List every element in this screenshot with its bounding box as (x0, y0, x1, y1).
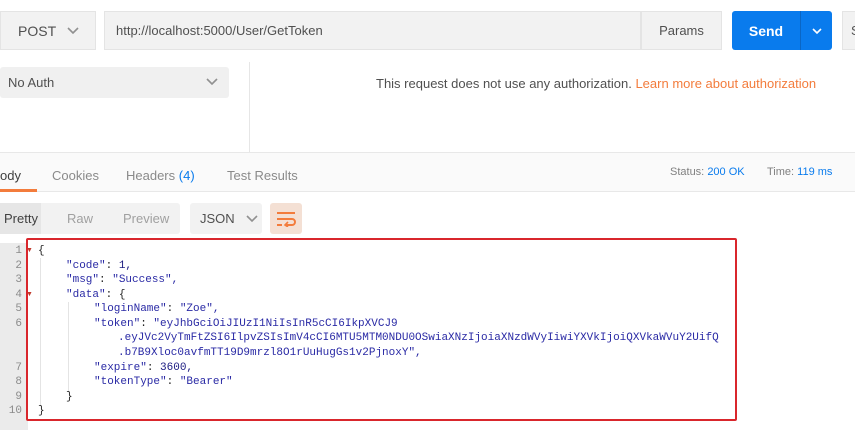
view-raw-button[interactable]: Raw (67, 211, 93, 226)
params-button[interactable]: Params (641, 11, 722, 50)
method-label: POST (18, 22, 57, 39)
chevron-down-icon (811, 27, 822, 34)
status-label: Status: (670, 166, 705, 178)
auth-type-value: No Auth (8, 75, 55, 90)
send-label: Send (748, 22, 784, 39)
auth-divider (249, 62, 250, 152)
save-button[interactable]: S (842, 11, 855, 50)
line-number: 3 (15, 274, 22, 286)
line-number: 1 (15, 245, 22, 257)
chevron-down-icon (246, 214, 258, 222)
auth-message: This request does not use any authorizat… (376, 76, 816, 91)
tab-headers-label: Headers (126, 168, 176, 183)
url-input[interactable]: http://localhost:5000/User/GetToken (104, 11, 641, 50)
line-number: 7 (15, 362, 22, 374)
time-label: Time: (767, 166, 795, 178)
line-number: 6 (15, 318, 22, 330)
response-status: Status: 200 OK (670, 166, 745, 178)
status-value: 200 OK (707, 166, 745, 178)
send-button[interactable]: Send (732, 11, 832, 50)
line-number: 2 (15, 260, 22, 272)
method-select[interactable]: POST (0, 11, 96, 50)
auth-learn-more-link[interactable]: Learn more about authorization (635, 76, 816, 91)
chevron-down-icon (206, 78, 218, 86)
highlight-annotation-box (26, 238, 737, 421)
response-time: Time: 119 ms (767, 166, 832, 178)
line-number: 9 (15, 391, 22, 403)
wrap-lines-icon (277, 211, 296, 227)
view-mode-group: Pretty Raw Preview (0, 203, 180, 234)
line-number: 5 (15, 303, 22, 315)
view-pretty-button[interactable]: Pretty (0, 203, 41, 234)
tab-test-results[interactable]: Test Results (227, 168, 298, 183)
chevron-down-icon (67, 26, 79, 34)
active-tab-indicator (0, 189, 37, 192)
auth-message-text: This request does not use any authorizat… (376, 76, 632, 91)
url-value: http://localhost:5000/User/GetToken (116, 23, 323, 38)
save-label: S (851, 23, 855, 38)
line-number: 10 (8, 405, 22, 417)
tab-headers[interactable]: Headers (4) (126, 168, 195, 183)
language-select[interactable]: JSON (190, 203, 262, 234)
auth-type-select[interactable]: No Auth (0, 67, 229, 98)
send-options-button[interactable] (801, 25, 832, 37)
params-label: Params (659, 23, 704, 38)
line-number: 4 (15, 289, 22, 301)
line-number: 8 (15, 376, 22, 388)
language-value: JSON (200, 211, 235, 226)
wrap-lines-button[interactable] (270, 203, 302, 234)
headers-count-badge: (4) (178, 168, 195, 183)
tab-cookies[interactable]: Cookies (52, 168, 99, 183)
time-value: 119 ms (797, 166, 833, 178)
tab-body[interactable]: ody (0, 168, 21, 183)
view-preview-button[interactable]: Preview (123, 211, 169, 226)
